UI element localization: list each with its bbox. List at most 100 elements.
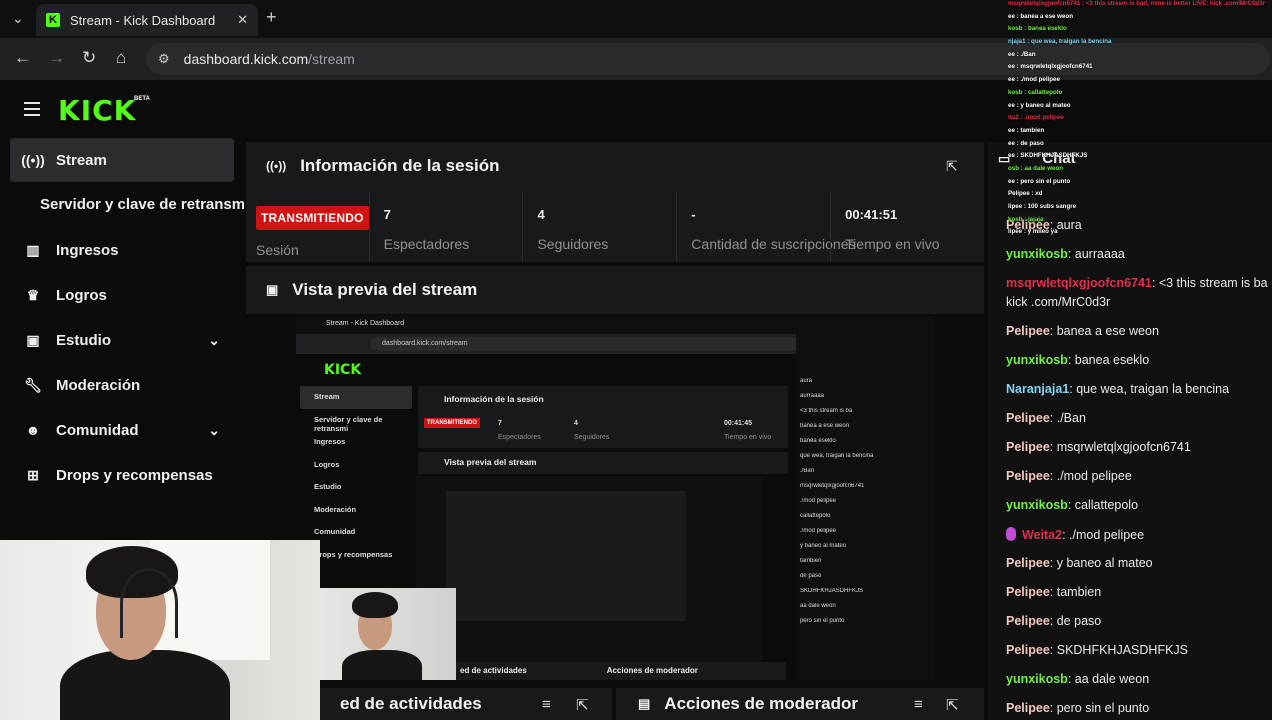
sidebar-item-label: Stream — [56, 151, 107, 169]
chat-text: callattepolo — [1074, 498, 1139, 512]
chat-message: Pelipee: ./Ban — [1006, 411, 1086, 425]
chat-username[interactable]: Pelipee — [1006, 614, 1050, 628]
mirror-lbl: Seguidores — [574, 434, 610, 441]
chat-message-cont: kick .com/MrC0d3r — [1006, 295, 1110, 309]
overlay-chat-line: ee : ./mod pelipee — [1008, 76, 1060, 84]
chat-message: yunxikosb: callattepolo — [1006, 498, 1139, 512]
sidebar-item-label: Comunidad — [56, 421, 139, 439]
mirror-chat-line: tambien — [800, 558, 822, 564]
chat-text: de paso — [1056, 614, 1102, 628]
mirror-chat-line: callattepolo — [800, 513, 831, 519]
mirror-stat: 7 — [498, 420, 502, 427]
back-icon[interactable]: ← — [14, 48, 31, 68]
sidebar-item-estudio[interactable]: ▣ Estudio ⌄ — [10, 318, 234, 362]
overlay-chat-line: ita2 : ./mod pelipee — [1008, 114, 1064, 122]
chat-username[interactable]: Pelipee — [1006, 411, 1050, 425]
chat-username[interactable]: Pelipee — [1006, 556, 1050, 570]
stat-subscriptions: - Cantidad de suscripciones — [676, 192, 856, 262]
mirror-chat-line: <3 this stream is ba — [800, 408, 853, 414]
sidebar-item-label: Moderación — [56, 376, 141, 394]
document-icon: ▤ — [638, 696, 651, 711]
chat-username[interactable]: yunxikosb — [1006, 672, 1068, 686]
filter-icon[interactable]: ≡ — [542, 696, 551, 713]
stat-label: Espectadores — [383, 236, 470, 252]
kick-favicon-icon: K — [46, 13, 60, 27]
chat-username[interactable]: Pelipee — [1006, 643, 1050, 657]
moderator-title-text: Acciones de moderador — [664, 694, 858, 713]
sidebar-item-moderacion[interactable]: 🔧︎ Moderación — [10, 363, 234, 407]
new-tab-icon[interactable]: + — [266, 7, 277, 28]
chat-username[interactable]: Pelipee — [1006, 469, 1050, 483]
broadcast-icon: ((•)) — [21, 152, 45, 168]
chat-text: ./mod pelipee — [1056, 469, 1132, 483]
menu-icon[interactable] — [24, 102, 40, 116]
chat-message: msqrwletqlxgjoofcn6741: <3 this stream i… — [1006, 276, 1268, 290]
mirror-chat-line: msqrwletqlxgjoofcn6741 — [800, 483, 865, 489]
sidebar-item-label: Ingresos — [56, 241, 119, 259]
mirror-side-item: Ingresos — [314, 437, 346, 446]
sidebar-item-stream[interactable]: ((•)) Stream — [10, 138, 234, 182]
mirror-chat-line: banea a ese weon — [800, 423, 850, 429]
stat-label: Seguidores — [537, 236, 609, 252]
close-tab-icon[interactable]: ✕ — [237, 12, 248, 28]
sidebar-item-comunidad[interactable]: ☻ Comunidad ⌄ — [10, 408, 234, 452]
site-settings-icon[interactable]: ⚙ — [158, 51, 170, 67]
chat-username[interactable]: Naranjaja1 — [1006, 382, 1069, 396]
overlay-chat-line: Pelipee : xd — [1008, 190, 1043, 198]
overlay-chat: msqrwletqlxgjoofcn6741 : <3 this stream … — [1008, 0, 1272, 241]
sidebar-item-server-key[interactable]: Servidor y clave de retransmisión — [40, 196, 244, 213]
tab-search-chevron-icon[interactable]: ⌄ — [12, 10, 24, 27]
sidebar-item-ingresos[interactable]: ▥ Ingresos — [10, 228, 234, 272]
kick-logo[interactable]: KICK — [58, 94, 136, 127]
expand-icon[interactable]: ⇱ — [946, 696, 959, 714]
preview-icon: ▣ — [266, 282, 279, 297]
expand-icon[interactable]: ⇱ — [576, 696, 589, 714]
stat-viewers: 7 Espectadores — [368, 192, 523, 262]
chat-username[interactable]: yunxikosb — [1006, 353, 1068, 367]
overlay-chat-line: kosb : callattepolo — [1008, 88, 1063, 96]
moderator-actions-panel: ▤ Acciones de moderador ≡ ⇱ — [616, 688, 984, 720]
chevron-down-icon[interactable]: ⌄ — [208, 422, 220, 439]
reload-icon[interactable]: ↻ — [82, 48, 96, 68]
community-icon: ☻ — [25, 422, 41, 438]
sidebar-item-logros[interactable]: ♛ Logros — [10, 273, 234, 317]
forward-icon[interactable]: → — [48, 48, 65, 68]
mirror-inner-video-2 — [446, 491, 686, 621]
chat-username[interactable]: Pelipee — [1006, 585, 1050, 599]
overlay-chat-line: ee : msqrwletqlxgjoofcn6741 — [1008, 63, 1093, 71]
chat-message: Pelipee: SKDHFKHJASDHFKJS — [1006, 643, 1189, 657]
mirror-session-title: Información de la sesión — [444, 394, 544, 404]
overlay-chat-line: msqrwletqlxgjoofcn6741 : <3 this stream … — [1008, 0, 1266, 7]
home-icon[interactable]: ⌂ — [116, 48, 126, 68]
url-path: /stream — [308, 51, 355, 67]
stat-value: 4 — [537, 207, 545, 222]
sidebar-item-drops[interactable]: ⊞ Drops y recompensas — [10, 453, 234, 497]
mirror-logo: KICK — [324, 362, 362, 378]
chat-username[interactable]: yunxikosb — [1006, 247, 1068, 261]
browser-tab[interactable]: K Stream - Kick Dashboard ✕ — [36, 4, 258, 36]
overlay-chat-line: njaja1 : que wea, traigan la bencina — [1008, 38, 1112, 46]
mirror-chat: aura aurraaaa <3 this stream is ba banea… — [796, 316, 934, 680]
mirror-footer-moderator: Acciones de moderador — [606, 666, 698, 675]
chat-username[interactable]: yunxikosb — [1006, 498, 1068, 512]
beta-label: BETA — [134, 96, 150, 102]
mirror-chat-line: ./Ban — [800, 468, 815, 474]
chat-username[interactable]: Weita2 — [1022, 528, 1062, 542]
filter-icon[interactable]: ≡ — [914, 696, 923, 713]
chat-username[interactable]: Pelipee — [1006, 701, 1050, 715]
trophy-icon: ♛ — [26, 286, 40, 303]
chat-username[interactable]: Pelipee — [1006, 440, 1050, 454]
expand-icon[interactable]: ⇱ — [946, 158, 958, 175]
chat-message: Pelipee: y baneo al mateo — [1006, 556, 1153, 570]
activity-feed-panel: ed de actividades ≡ ⇱ — [320, 688, 612, 720]
chat-message: Pelipee: tambien — [1006, 585, 1102, 599]
drops-icon: ⊞ — [27, 466, 39, 483]
mirror-preview-title: Vista previa del stream — [444, 457, 537, 467]
chevron-down-icon[interactable]: ⌄ — [208, 332, 220, 349]
overlay-chat-line: ee : de paso — [1008, 139, 1044, 147]
chat-text: tambien — [1056, 585, 1102, 599]
url-text: dashboard.kick.com/stream — [184, 51, 355, 67]
chat-username[interactable]: msqrwletqlxgjoofcn6741 — [1006, 276, 1152, 290]
chat-username[interactable]: Pelipee — [1006, 324, 1050, 338]
chat-message: yunxikosb: banea eseklo — [1006, 353, 1150, 367]
